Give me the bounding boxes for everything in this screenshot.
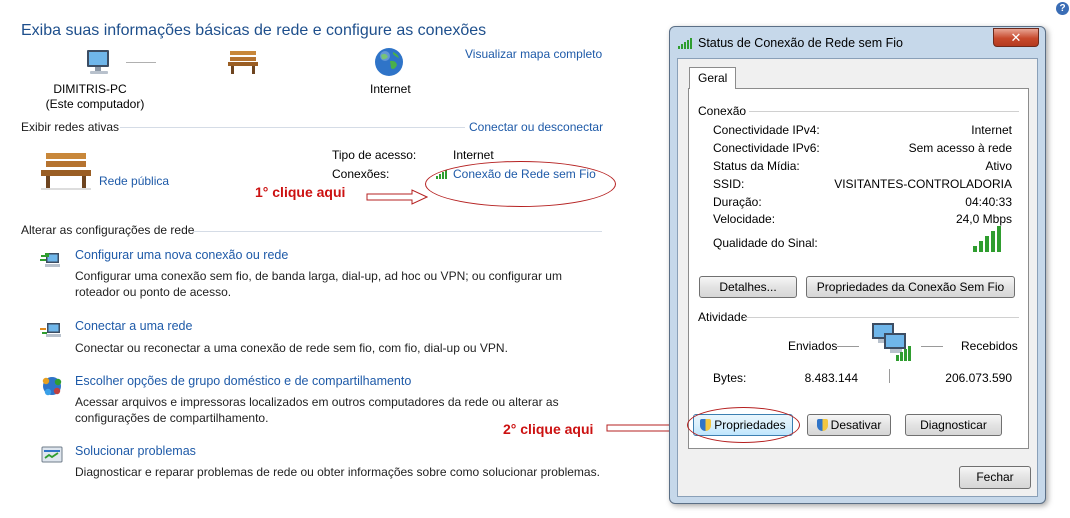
duration-value: 04:40:33 [965, 195, 1012, 209]
disable-button[interactable]: Desativar [807, 414, 891, 436]
media-status-value: Ativo [985, 159, 1012, 173]
new-connection-icon [40, 250, 64, 273]
task-connect-network-desc: Conectar ou reconectar a uma conexão de … [75, 341, 508, 355]
ipv4-label: Conectividade IPv4: [713, 123, 820, 137]
access-type-value: Internet [453, 148, 494, 162]
computer-icon [84, 48, 114, 81]
active-networks-header: Exibir redes ativas [21, 120, 120, 134]
ssid-value: VISITANTES-CONTROLADORIA [834, 177, 1012, 191]
computer-name: DIMITRIS-PC [53, 82, 127, 96]
help-icon[interactable]: ? [1056, 2, 1069, 15]
ipv6-value: Sem acesso à rede [908, 141, 1012, 155]
sent-label: Enviados [788, 339, 838, 353]
task-troubleshoot-desc: Diagnosticar e reparar problemas de rede… [75, 465, 600, 479]
general-panel: Conexão Conectividade IPv4: Internet Con… [687, 88, 1029, 449]
map-connector [126, 62, 156, 63]
public-network-link[interactable]: Rede pública [99, 174, 169, 188]
bench-icon [226, 47, 260, 78]
bytes-sent-value: 8.483.144 [804, 371, 858, 385]
task-new-connection-desc: Configurar uma conexão sem fio, de banda… [75, 269, 562, 299]
wireless-status-dialog: Status de Conexão de Rede sem Fio ✕ Gera… [669, 26, 1046, 504]
received-label: Recebidos [961, 339, 1018, 353]
details-button[interactable]: Detalhes... [699, 276, 797, 298]
ipv4-value: Internet [971, 123, 1012, 137]
public-network-bench-icon [38, 150, 94, 195]
view-full-map-link[interactable]: Visualizar mapa completo [465, 47, 602, 61]
bytes-received-value: 206.073.590 [945, 371, 1012, 385]
bytes-label: Bytes: [713, 371, 747, 385]
highlight-ellipse-1 [425, 161, 616, 207]
task-homegroup-link[interactable]: Escolher opções de grupo doméstico e de … [75, 374, 411, 388]
task-troubleshoot-link[interactable]: Solucionar problemas [75, 444, 196, 458]
internet-label: Internet [370, 82, 411, 96]
ipv6-label: Conectividade IPv6: [713, 141, 820, 155]
divider [120, 127, 465, 128]
globe-icon [373, 46, 405, 81]
dialog-close-button[interactable]: ✕ [993, 28, 1039, 47]
annotation-arrow-1 [366, 189, 429, 208]
speed-label: Velocidade: [713, 212, 776, 226]
troubleshoot-icon [40, 445, 64, 468]
diagnose-button[interactable]: Diagnosticar [905, 414, 1002, 436]
signal-quality-label: Qualidade do Sinal: [713, 236, 818, 250]
highlight-ellipse-2 [687, 407, 800, 443]
group-divider [745, 317, 1019, 318]
annotation-first-click: 1° clique aqui [255, 184, 346, 200]
dialog-body: Geral Conexão Conectividade IPv4: Intern… [677, 58, 1038, 497]
activity-group-label: Atividade [698, 310, 748, 324]
signal-strength-icon [973, 226, 1003, 255]
access-type-label: Tipo de acesso: [332, 148, 417, 162]
dialog-signal-icon [678, 37, 694, 52]
sent-line [837, 346, 859, 347]
homegroup-icon [40, 375, 64, 400]
tab-general[interactable]: Geral [689, 67, 736, 89]
close-button[interactable]: Fechar [959, 466, 1031, 489]
group-divider [749, 111, 1019, 112]
divider [193, 231, 602, 232]
annotation-second-click: 2° clique aqui [503, 421, 594, 437]
disable-button-label: Desativar [830, 418, 882, 432]
computer-sub: (Este computador) [45, 97, 145, 111]
task-connect-network-link[interactable]: Conectar a uma rede [75, 319, 192, 333]
dialog-title: Status de Conexão de Rede sem Fio [698, 36, 903, 50]
ssid-label: SSID: [713, 177, 745, 191]
connection-group-label: Conexão [698, 104, 747, 118]
media-status-label: Status da Mídia: [713, 159, 800, 173]
duration-label: Duração: [713, 195, 762, 209]
page-title: Exiba suas informações básicas de rede e… [21, 22, 487, 39]
wireless-properties-button[interactable]: Propriedades da Conexão Sem Fio [806, 276, 1015, 298]
speed-value: 24,0 Mbps [955, 212, 1012, 226]
shield-icon [816, 419, 828, 431]
connect-disconnect-link[interactable]: Conectar ou desconectar [469, 120, 603, 134]
change-settings-header: Alterar as configurações de rede [21, 223, 195, 237]
connect-network-icon [40, 320, 64, 343]
network-activity-icon [870, 321, 916, 366]
task-new-connection-link[interactable]: Configurar uma nova conexão ou rede [75, 248, 288, 262]
bytes-separator [889, 369, 890, 383]
connections-label: Conexões: [332, 167, 390, 181]
received-line [921, 346, 943, 347]
